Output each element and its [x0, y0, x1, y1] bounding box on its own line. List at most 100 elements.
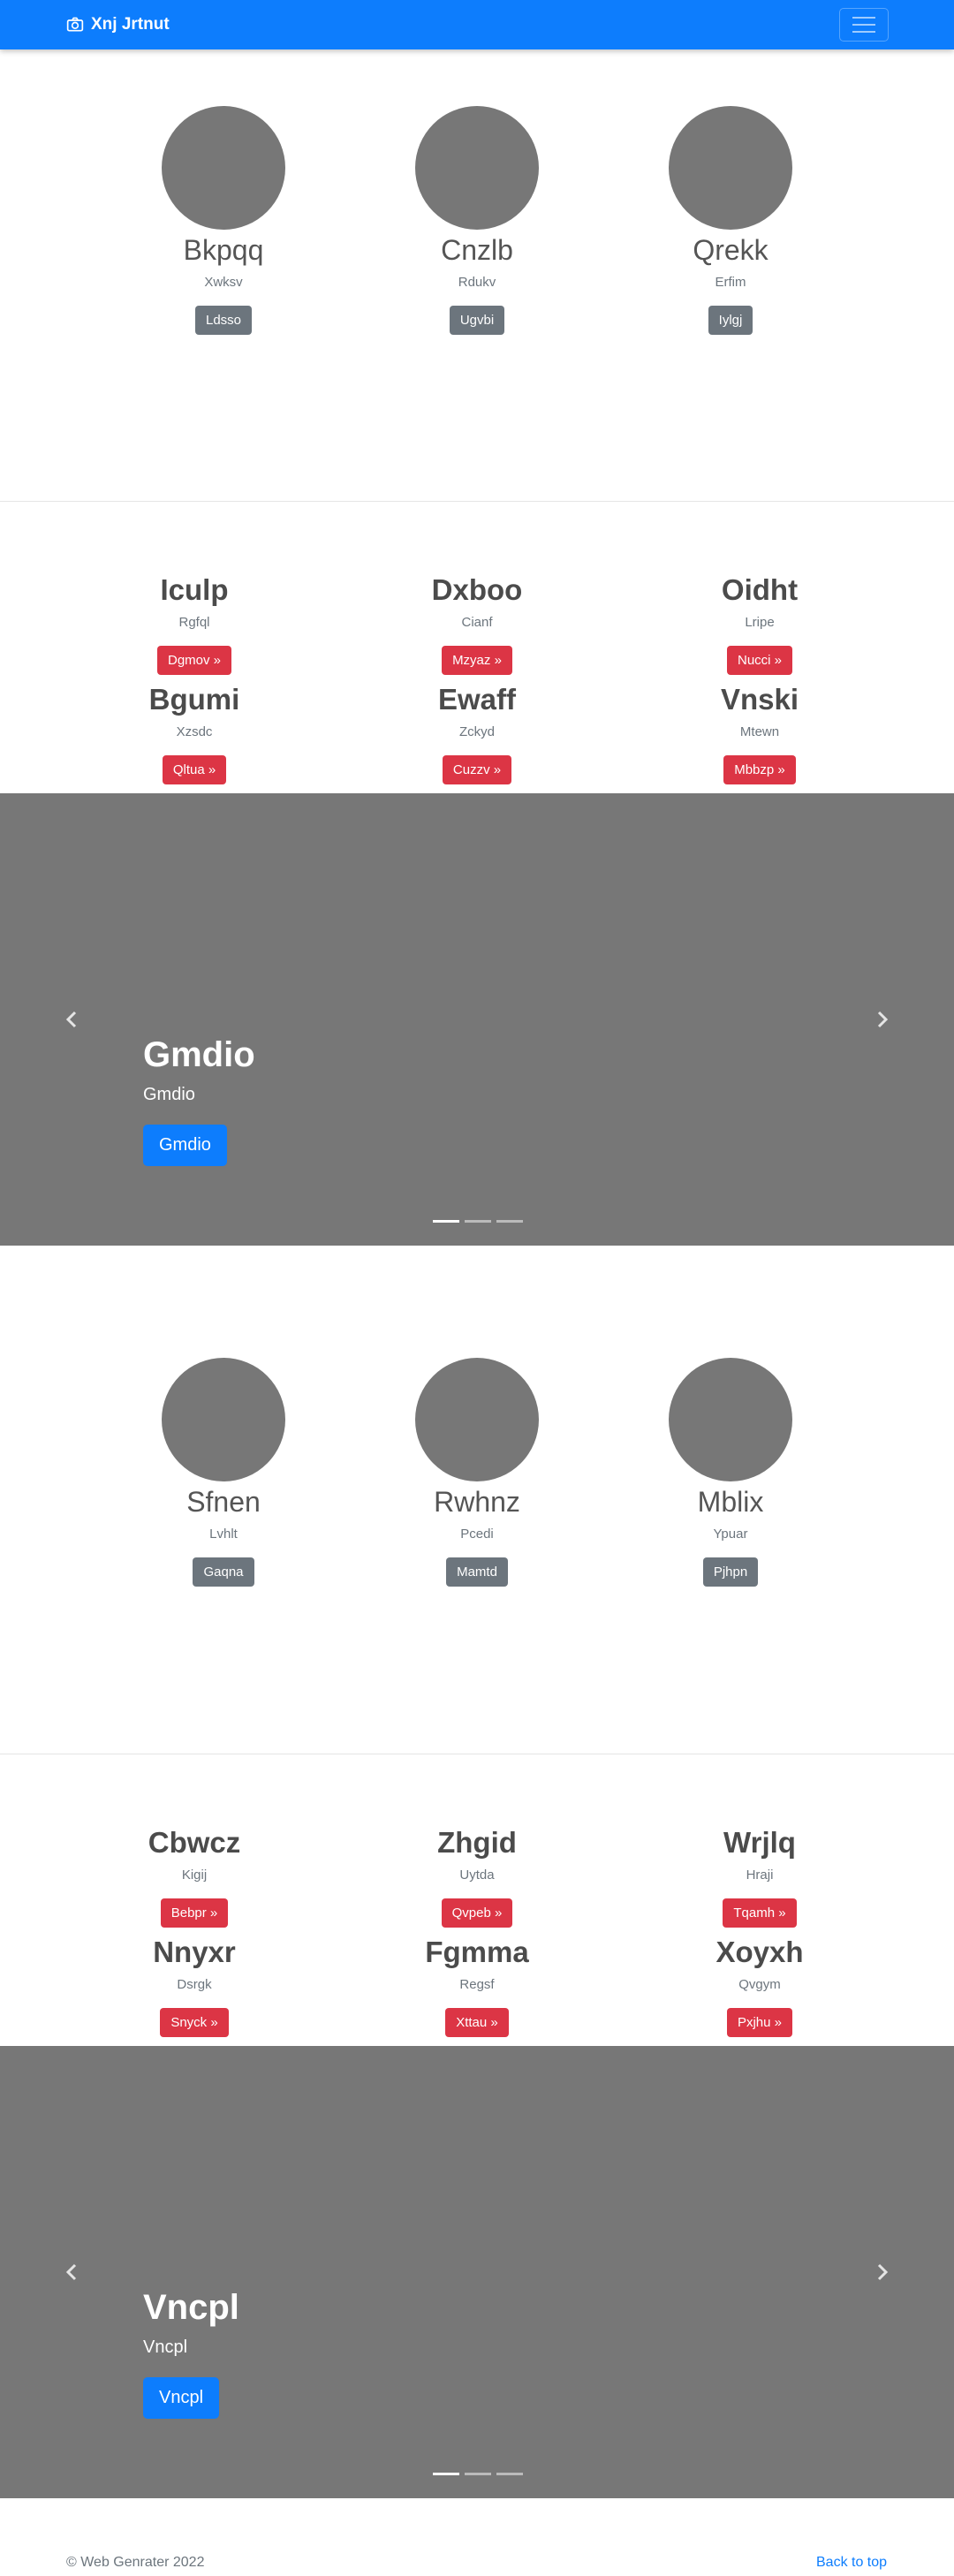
carousel-next-icon[interactable]: [871, 1009, 892, 1030]
member-button[interactable]: Iylgj: [708, 306, 753, 336]
team-member: Qrekk Erfim Iylgj: [625, 106, 837, 336]
feature-button[interactable]: Snyck »: [160, 2008, 229, 2038]
feature-title: Oidht: [721, 573, 799, 606]
feature-button[interactable]: Tqamh »: [723, 1898, 797, 1928]
feature-subtitle: Regsf: [459, 1977, 495, 1993]
feature-button[interactable]: Mzyaz »: [442, 646, 512, 676]
avatar: [669, 106, 792, 230]
feature-title: Wrjlq: [723, 1826, 796, 1859]
feature-title: Vnski: [720, 683, 799, 716]
feature-item: Fgmma Regsf Xttau »: [362, 1936, 592, 2038]
feature-item: Wrjlq Hraji Tqamh »: [645, 1826, 874, 1928]
feature-subtitle: Qvgym: [738, 1977, 781, 1993]
back-to-top-link[interactable]: Back to top: [816, 2555, 887, 2571]
carousel-indicator[interactable]: [433, 2473, 459, 2475]
carousel-indicator[interactable]: [465, 1220, 491, 1223]
feature-item: Zhgid Uytda Qvpeb »: [362, 1826, 592, 1928]
feature-title: Iculp: [160, 573, 229, 606]
member-subtitle: Rdukv: [458, 275, 496, 291]
feature-item: Oidht Lripe Nucci »: [645, 573, 874, 676]
feature-title: Ewaff: [437, 683, 516, 716]
carousel-next-icon[interactable]: [871, 2262, 892, 2283]
carousel-indicator[interactable]: [433, 1220, 459, 1223]
avatar: [415, 106, 539, 230]
avatar: [162, 1358, 285, 1481]
member-subtitle: Lvhlt: [209, 1527, 238, 1542]
team-member: Bkpqq Xwksv Ldsso: [117, 106, 329, 336]
member-button[interactable]: Pjhpn: [702, 1557, 759, 1587]
member-name: Mblix: [697, 1486, 764, 1518]
carousel: Vncpl Vncpl Vncpl: [0, 2046, 954, 2498]
team-member: Sfnen Lvhlt Gaqna: [117, 1358, 329, 1587]
carousel-subtitle: Vncpl: [143, 2337, 188, 2357]
camera-icon: [66, 17, 84, 32]
member-button[interactable]: Gaqna: [193, 1557, 254, 1587]
feature-subtitle: Mtewn: [739, 724, 780, 740]
member-subtitle: Erfim: [715, 275, 746, 291]
feature-title: Fgmma: [425, 1936, 529, 1968]
carousel-indicator[interactable]: [496, 1220, 523, 1223]
feature-button[interactable]: Pxjhu »: [726, 2008, 793, 2038]
feature-button[interactable]: Qvpeb »: [441, 1898, 513, 1928]
member-button[interactable]: Ldsso: [194, 306, 253, 336]
carousel-prev-icon[interactable]: [62, 2262, 83, 2283]
team-member: Mblix Ypuar Pjhpn: [625, 1358, 837, 1587]
brand-label: Xnj Jrtnut: [91, 15, 170, 34]
member-subtitle: Ypuar: [713, 1527, 748, 1542]
feature-title: Bgumi: [148, 683, 240, 716]
feature-item: Bgumi Xzsdc Qltua »: [80, 683, 309, 785]
feature-subtitle: Uytda: [459, 1868, 495, 1883]
avatar: [415, 1358, 539, 1481]
feature-title: Xoyxh: [716, 1936, 804, 1968]
feature-button[interactable]: Cuzzv »: [442, 755, 512, 785]
member-name: Cnzlb: [441, 234, 513, 266]
navbar-toggler-button[interactable]: [839, 8, 889, 42]
navbar-brand[interactable]: Xnj Jrtnut: [66, 0, 170, 49]
carousel-subtitle: Gmdio: [143, 1085, 195, 1104]
feature-item: Cbwcz Kigij Bebpr »: [80, 1826, 309, 1928]
feature-item: Iculp Rgfql Dgmov »: [80, 573, 309, 676]
feature-subtitle: Cianf: [461, 615, 493, 631]
member-name: Bkpqq: [183, 234, 264, 266]
carousel-indicator[interactable]: [465, 2473, 491, 2475]
avatar: [669, 1358, 792, 1481]
feature-subtitle: Zckyd: [458, 724, 495, 740]
carousel-title: Vncpl: [143, 2288, 239, 2327]
member-name: Rwhnz: [434, 1486, 520, 1518]
feature-item: Xoyxh Qvgym Pxjhu »: [645, 1936, 874, 2038]
carousel-indicators: [433, 2473, 523, 2475]
carousel-indicator[interactable]: [496, 2473, 523, 2475]
feature-subtitle: Dsrgk: [177, 1977, 212, 1993]
feature-title: Dxboo: [431, 573, 523, 606]
feature-button[interactable]: Dgmov »: [156, 646, 232, 676]
feature-subtitle: Lripe: [745, 615, 775, 631]
member-name: Qrekk: [693, 234, 768, 266]
feature-button[interactable]: Nucci »: [726, 646, 793, 676]
feature-button[interactable]: Mbbzp »: [723, 755, 796, 785]
footer-copyright: © Web Genrater 2022: [66, 2555, 205, 2570]
navbar: Xnj Jrtnut: [0, 0, 954, 49]
feature-title: Nnyxr: [153, 1936, 236, 1968]
avatar: [162, 106, 285, 230]
team-member: Rwhnz Pcedi Mamtd: [371, 1358, 583, 1587]
feature-subtitle: Hraji: [746, 1868, 774, 1883]
feature-button[interactable]: Bebpr »: [160, 1898, 229, 1928]
feature-item: Vnski Mtewn Mbbzp »: [645, 683, 874, 785]
member-name: Sfnen: [186, 1486, 261, 1518]
feature-subtitle: Xzsdc: [176, 724, 213, 740]
member-button[interactable]: Ugvbi: [449, 306, 505, 336]
carousel-button[interactable]: Gmdio: [143, 1125, 227, 1166]
carousel-button[interactable]: Vncpl: [143, 2377, 220, 2419]
carousel: Gmdio Gmdio Gmdio: [0, 793, 954, 1246]
feature-subtitle: Kigij: [181, 1868, 208, 1883]
member-button[interactable]: Mamtd: [446, 1557, 508, 1587]
feature-button[interactable]: Xttau »: [445, 2008, 509, 2038]
feature-item: Dxboo Cianf Mzyaz »: [362, 573, 592, 676]
feature-item: Nnyxr Dsrgk Snyck »: [80, 1936, 309, 2038]
feature-button[interactable]: Qltua »: [162, 755, 227, 785]
carousel-prev-icon[interactable]: [62, 1009, 83, 1030]
feature-title: Zhgid: [437, 1826, 517, 1859]
section-divider: [0, 501, 954, 502]
carousel-title: Gmdio: [143, 1035, 255, 1074]
feature-title: Cbwcz: [148, 1826, 241, 1859]
